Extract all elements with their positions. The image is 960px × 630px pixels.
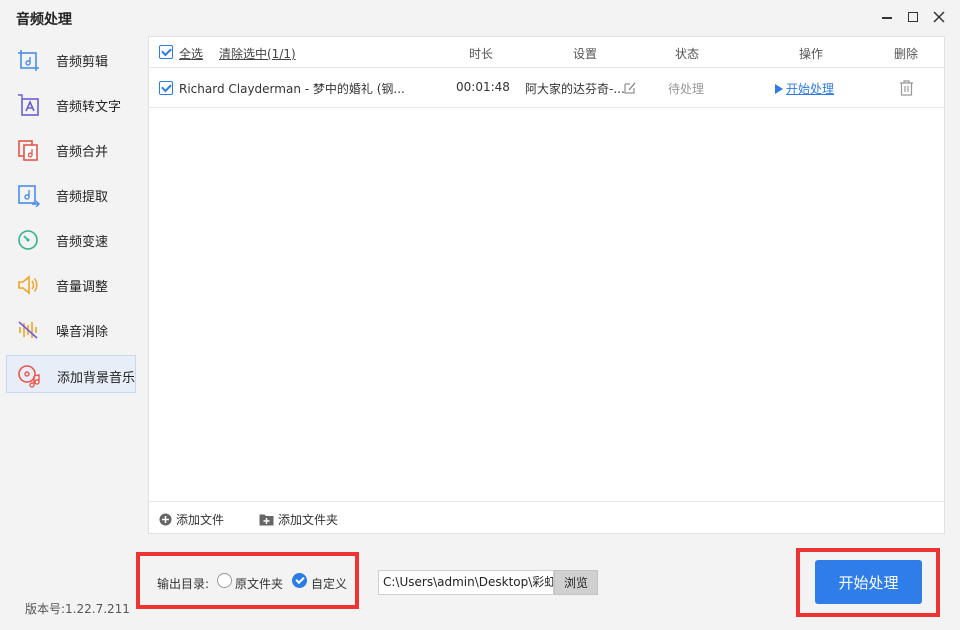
delete-icon[interactable] xyxy=(899,80,914,96)
column-action: 操作 xyxy=(799,47,824,61)
volume-icon xyxy=(18,275,38,295)
sidebar-item-label: 噪音消除 xyxy=(56,325,109,340)
minimize-button[interactable] xyxy=(878,8,896,26)
output-dir-label: 输出目录: xyxy=(157,577,210,591)
sidebar-item-label: 添加背景音乐 xyxy=(57,371,136,386)
window-title: 音频处理 xyxy=(16,12,72,28)
sidebar-item-noise-remove[interactable]: 噪音消除 xyxy=(6,310,136,348)
sidebar-item-label: 音频合并 xyxy=(56,145,109,160)
radio-custom-folder[interactable] xyxy=(292,573,307,588)
title-bar: 音频处理 xyxy=(0,0,960,36)
radio-original-folder[interactable] xyxy=(217,573,232,588)
add-folder-icon xyxy=(259,514,274,526)
panel-footer: 添加文件 添加文件夹 xyxy=(149,501,944,533)
row-checkbox[interactable] xyxy=(159,81,173,95)
sidebar-item-label: 音频转文字 xyxy=(56,100,122,115)
output-path-value: C:\Users\admin\Desktop\彩虹 xyxy=(383,575,554,589)
column-duration: 时长 xyxy=(469,47,494,61)
start-process-link[interactable]: 开始处理 xyxy=(775,80,834,97)
plus-circle-icon xyxy=(159,513,172,526)
audio-merge-icon xyxy=(18,140,38,161)
file-list-panel: 全选 清除选中(1/1) 时长 设置 状态 操作 删除 Richard Clay… xyxy=(148,36,945,534)
column-settings: 设置 xyxy=(573,47,598,61)
close-button[interactable] xyxy=(930,8,948,26)
sidebar-item-label: 音频剪辑 xyxy=(56,55,109,70)
add-folder-button[interactable]: 添加文件夹 xyxy=(259,511,338,528)
sidebar-item-audio-speed[interactable]: 音频变速 xyxy=(6,220,136,258)
add-file-label: 添加文件 xyxy=(176,513,225,527)
sidebar-item-volume[interactable]: 音量调整 xyxy=(6,265,136,303)
noise-remove-icon xyxy=(18,321,38,339)
audio-to-text-icon xyxy=(18,94,39,116)
table-header: 全选 清除选中(1/1) 时长 设置 状态 操作 删除 xyxy=(149,37,944,68)
audio-speed-icon xyxy=(18,230,38,250)
start-process-button[interactable]: 开始处理 xyxy=(815,560,922,604)
select-all-link[interactable]: 全选 xyxy=(179,45,203,62)
audio-extract-icon xyxy=(18,185,40,207)
output-path-input[interactable]: C:\Users\admin\Desktop\彩虹 xyxy=(378,570,554,595)
table-row[interactable]: Richard Clayderman - 梦中的婚礼 (钢... 00:01:4… xyxy=(149,69,944,108)
file-name: Richard Clayderman - 梦中的婚礼 (钢... xyxy=(179,82,405,96)
version-label: 版本号:1.22.7.211 xyxy=(25,602,130,616)
background-music-icon xyxy=(18,365,40,388)
file-settings: 阿大家的达芬奇-... xyxy=(525,82,625,96)
play-icon xyxy=(775,84,783,94)
sidebar-item-label: 音频提取 xyxy=(56,190,109,205)
sidebar-item-audio-cut[interactable]: 音频剪辑 xyxy=(6,40,136,78)
start-process-label: 开始处理 xyxy=(786,82,835,96)
file-status: 待处理 xyxy=(668,82,705,96)
file-duration: 00:01:48 xyxy=(456,80,510,94)
custom-folder-label: 自定义 xyxy=(311,577,348,591)
column-delete: 删除 xyxy=(894,47,919,61)
sidebar-item-audio-to-text[interactable]: 音频转文字 xyxy=(6,85,136,123)
maximize-icon xyxy=(908,12,918,22)
sidebar-item-audio-merge[interactable]: 音频合并 xyxy=(6,130,136,168)
edit-settings-icon[interactable] xyxy=(623,81,637,95)
original-folder-label: 原文件夹 xyxy=(235,577,284,591)
sidebar-item-label: 音频变速 xyxy=(56,235,109,250)
audio-cut-icon xyxy=(18,50,39,71)
column-status: 状态 xyxy=(675,47,700,61)
sidebar-item-label: 音量调整 xyxy=(56,280,109,295)
browse-button[interactable]: 浏览 xyxy=(554,570,598,595)
add-file-button[interactable]: 添加文件 xyxy=(159,511,224,528)
close-icon xyxy=(933,11,945,23)
clear-selected-link[interactable]: 清除选中(1/1) xyxy=(219,45,296,62)
select-all-checkbox[interactable] xyxy=(159,45,173,59)
minimize-icon xyxy=(882,17,892,19)
maximize-button[interactable] xyxy=(904,8,922,26)
sidebar-item-audio-extract[interactable]: 音频提取 xyxy=(6,175,136,213)
add-folder-label: 添加文件夹 xyxy=(278,513,339,527)
sidebar-item-background-music[interactable]: 添加背景音乐 xyxy=(6,355,136,393)
sidebar: 音频剪辑 音频转文字 音频合并 音频提取 音频变速 音量调整 噪音消除 添加背景… xyxy=(6,40,136,400)
